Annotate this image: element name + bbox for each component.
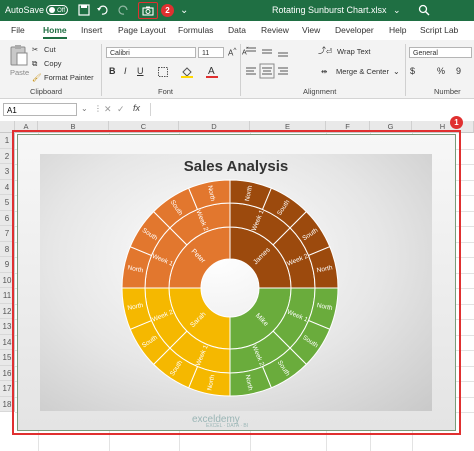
step-badge-1: 1 <box>450 116 463 129</box>
chart-selection-highlight <box>12 130 461 435</box>
